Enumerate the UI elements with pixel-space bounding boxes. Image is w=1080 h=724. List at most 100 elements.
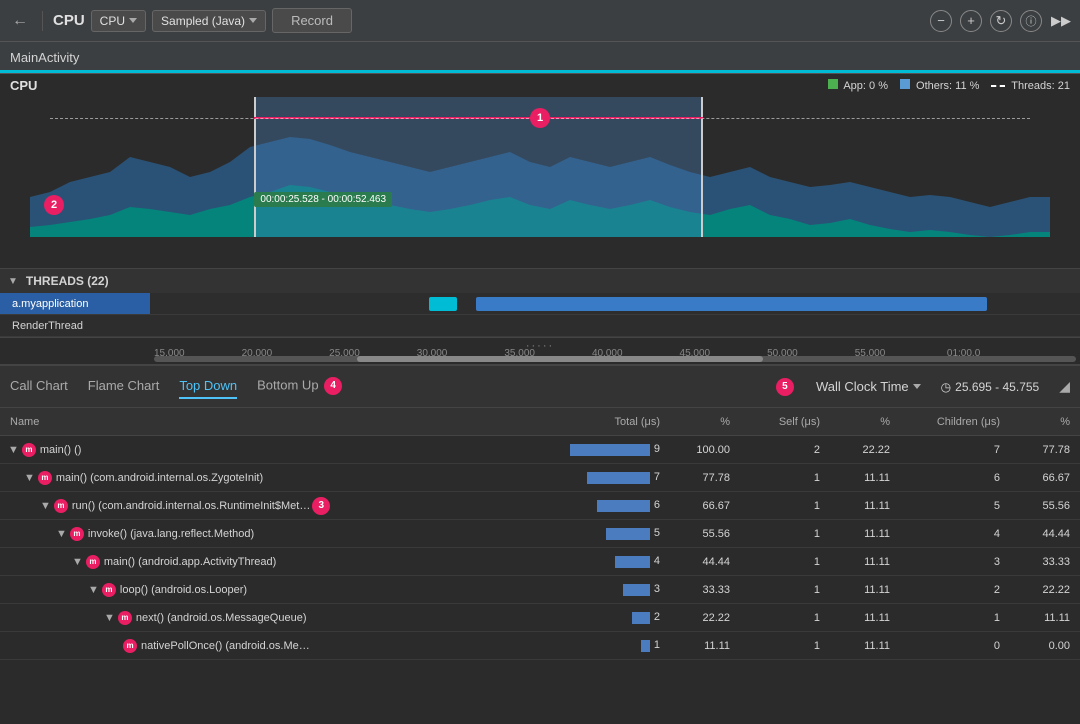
sampled-dropdown[interactable]: Sampled (Java)	[152, 10, 266, 32]
cpu-header: CPU App: 0 % Others: 11 % Threads: 21	[0, 74, 1080, 97]
children-cell-4: 3	[896, 556, 1006, 568]
self-pct-6: 11.11	[826, 612, 896, 624]
method-name-3: ▼ m invoke() (java.lang.reflect.Method)	[4, 527, 546, 541]
tab-bottom-up[interactable]: Bottom Up 4	[257, 373, 344, 401]
total-pct-4: 44.44	[666, 556, 736, 568]
tab-top-down[interactable]: Top Down	[179, 374, 237, 399]
self-pct-4: 11.11	[826, 556, 896, 568]
threads-legend-dash	[991, 85, 1005, 87]
self-cell-1: 1	[736, 472, 826, 484]
badge-1: 1	[530, 108, 550, 128]
method-badge-3: m	[70, 527, 84, 541]
filter-icon[interactable]: ◢	[1059, 378, 1070, 395]
method-badge-0: m	[22, 443, 36, 457]
method-name-5: ▼ m loop() (android.os.Looper)	[4, 583, 546, 597]
total-cell-0: 9	[546, 443, 666, 455]
children-cell-6: 1	[896, 612, 1006, 624]
clock-icon: ◷	[941, 380, 951, 394]
reset-icon[interactable]: ↻	[990, 10, 1012, 32]
expand-arrow-5[interactable]: ▼	[88, 584, 99, 596]
wall-clock-label: Wall Clock Time	[816, 379, 909, 394]
clock-range-value: 25.695 - 45.755	[955, 380, 1039, 394]
expand-arrow-3[interactable]: ▼	[56, 528, 67, 540]
children-cell-7: 0	[896, 640, 1006, 652]
cpu-title: CPU	[10, 78, 37, 93]
wall-clock-dropdown[interactable]: Wall Clock Time	[816, 379, 921, 394]
expand-arrow-1[interactable]: ▼	[24, 472, 35, 484]
self-cell-6: 1	[736, 612, 826, 624]
separator	[42, 11, 43, 31]
total-cell-3: 5	[546, 527, 666, 539]
thread-name-1: a.myapplication	[0, 293, 150, 314]
chevron-down-icon	[913, 384, 921, 389]
threads-header[interactable]: ▼ THREADS (22)	[0, 269, 1080, 293]
method-badge-2: m	[54, 499, 68, 513]
children-pct-6: 11.11	[1006, 612, 1076, 624]
toolbar: ← CPU CPU Sampled (Java) Record − + ↻ ⓘ …	[0, 0, 1080, 42]
scrollbar-thumb[interactable]	[357, 356, 763, 362]
toolbar-icons: − + ↻ ⓘ ▶▶	[930, 10, 1072, 32]
total-pct-5: 33.33	[666, 584, 736, 596]
cpu-dropdown[interactable]: CPU	[91, 10, 146, 32]
badge-2: 2	[44, 195, 64, 215]
tab-call-chart[interactable]: Call Chart	[10, 374, 68, 399]
total-cell-5: 3	[546, 583, 666, 595]
clock-range: ◷ 25.695 - 45.755	[941, 380, 1040, 394]
skip-end-icon[interactable]: ▶▶	[1050, 10, 1072, 32]
record-button[interactable]: Record	[272, 8, 352, 33]
table-row[interactable]: ▼ m main() () 9 100.00 2 22.22 7 77.78	[0, 436, 1080, 464]
thread-row-2: RenderThread	[0, 315, 1080, 337]
tab-flame-chart[interactable]: Flame Chart	[88, 374, 160, 399]
back-button[interactable]: ←	[8, 8, 32, 34]
table-row[interactable]: ▼ m next() (android.os.MessageQueue) 2 2…	[0, 604, 1080, 632]
table-row[interactable]: m nativePollOnce() (android.os.Me… 1 11.…	[0, 632, 1080, 660]
table-row[interactable]: ▼ m run() (com.android.internal.os.Runti…	[0, 492, 1080, 520]
bar-vis-3	[606, 528, 650, 540]
others-legend-dot	[900, 79, 910, 89]
thread-activity-1	[429, 297, 457, 311]
time-tooltip: 00:00:25.528 - 00:00:52.463	[254, 192, 392, 207]
method-text-6: next() (android.os.MessageQueue)	[136, 612, 307, 624]
bar-vis-2	[597, 500, 650, 512]
zoom-in-icon[interactable]: +	[960, 10, 982, 32]
method-text-3: invoke() (java.lang.reflect.Method)	[88, 528, 254, 540]
self-pct-2: 11.11	[826, 500, 896, 512]
expand-arrow-6[interactable]: ▼	[104, 612, 115, 624]
self-pct-3: 11.11	[826, 528, 896, 540]
self-pct-0: 22.22	[826, 444, 896, 456]
table-row[interactable]: ▼ m main() (com.android.internal.os.Zygo…	[0, 464, 1080, 492]
children-pct-4: 33.33	[1006, 556, 1076, 568]
table-row[interactable]: ▼ m main() (android.app.ActivityThread) …	[0, 548, 1080, 576]
children-cell-2: 5	[896, 500, 1006, 512]
cpu-section: CPU App: 0 % Others: 11 % Threads: 21 10…	[0, 74, 1080, 269]
timeline-scrollbar[interactable]	[154, 356, 1076, 362]
cpu-dropdown-label: CPU	[100, 14, 125, 28]
self-pct-1: 11.11	[826, 472, 896, 484]
method-badge-6: m	[118, 611, 132, 625]
thread-bar-1	[150, 293, 1080, 314]
method-text-4: main() (android.app.ActivityThread)	[104, 556, 276, 568]
app-legend-dot	[828, 79, 838, 89]
timeline-row[interactable]: 15.000 20.000 25.000 30.000 35.000 40.00…	[0, 338, 1080, 366]
total-cell-7: 1	[546, 639, 666, 651]
table-row[interactable]: ▼ m loop() (android.os.Looper) 3 33.33 1…	[0, 576, 1080, 604]
expand-arrow-2[interactable]: ▼	[40, 500, 51, 512]
zoom-out-icon[interactable]: −	[930, 10, 952, 32]
col-self-pct: %	[826, 416, 896, 428]
cpu-chart-area[interactable]: 100 % 50 25 20 15 10 5 1 00:00:25.528 - …	[30, 97, 1050, 237]
expand-arrow-0[interactable]: ▼	[8, 444, 19, 456]
expand-arrow-4[interactable]: ▼	[72, 556, 83, 568]
total-pct-1: 77.78	[666, 472, 736, 484]
total-pct-6: 22.22	[666, 612, 736, 624]
activity-bar: MainActivity	[0, 42, 1080, 74]
table-header: Name Total (μs) % Self (μs) % Children (…	[0, 408, 1080, 436]
method-text-5: loop() (android.os.Looper)	[120, 584, 247, 596]
table-row[interactable]: ▼ m invoke() (java.lang.reflect.Method) …	[0, 520, 1080, 548]
total-cell-1: 7	[546, 471, 666, 483]
col-children: Children (μs)	[896, 416, 1006, 428]
children-pct-3: 44.44	[1006, 528, 1076, 540]
self-cell-4: 1	[736, 556, 826, 568]
method-name-7: m nativePollOnce() (android.os.Me…	[4, 639, 546, 653]
drag-handle[interactable]: ·····	[526, 340, 554, 352]
info-icon[interactable]: ⓘ	[1020, 10, 1042, 32]
